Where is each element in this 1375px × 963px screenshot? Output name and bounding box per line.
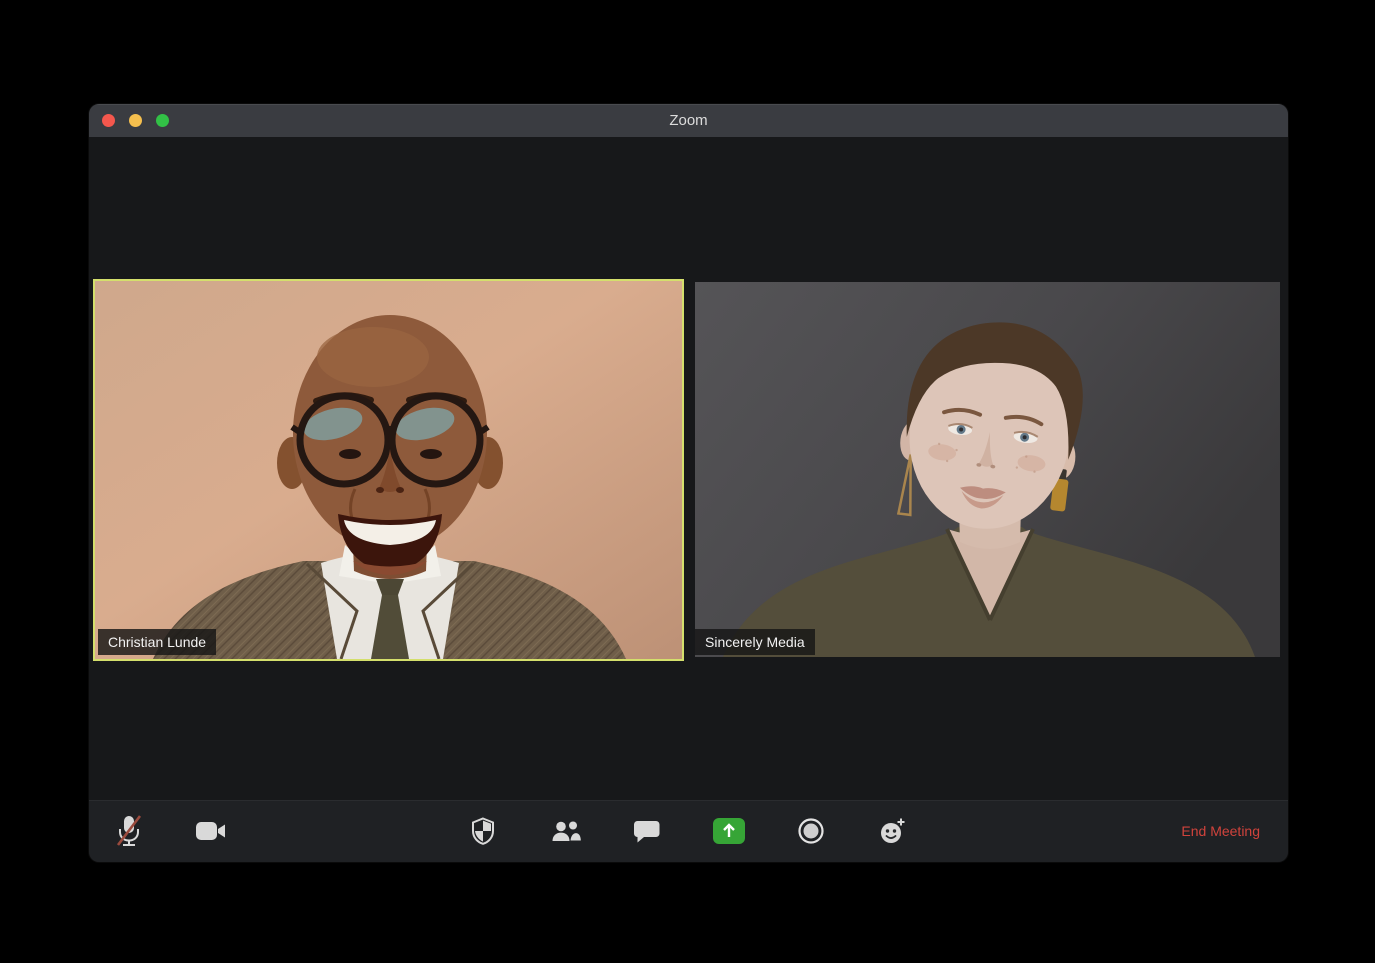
security-shield-icon [472,817,494,845]
chat-button[interactable] [619,800,675,862]
participants-icon [552,821,581,841]
record-button[interactable] [783,800,839,862]
microphone-muted-icon [116,815,142,846]
meeting-toolbar: End Meeting [89,800,1288,862]
video-tile-christian-lunde[interactable]: Christian Lunde [93,279,684,661]
chat-bubble-icon [634,821,660,843]
mute-button[interactable] [101,800,157,862]
video-tile-sincerely-media[interactable]: Sincerely Media [695,282,1280,657]
window-title: Zoom [669,112,708,129]
security-button[interactable] [455,800,511,862]
window-titlebar: Zoom [89,104,1288,137]
participant-name-tag: Christian Lunde [98,629,217,655]
video-button[interactable] [183,800,239,862]
participant-video-man-portrait [95,281,682,659]
share-screen-icon [713,818,745,844]
participant-name-tag: Sincerely Media [695,629,815,655]
participant-video-woman-portrait [695,282,1280,657]
record-icon [798,818,824,844]
end-meeting-button[interactable]: End Meeting [1181,800,1260,862]
zoom-app-window: Zoom Christian Lunde Sincerely Media End… [89,104,1288,862]
video-camera-icon [196,822,225,840]
participants-button[interactable] [537,800,593,862]
share-screen-button[interactable] [701,800,757,862]
reactions-smiley-plus-icon [881,818,905,843]
reactions-button[interactable] [865,800,921,862]
